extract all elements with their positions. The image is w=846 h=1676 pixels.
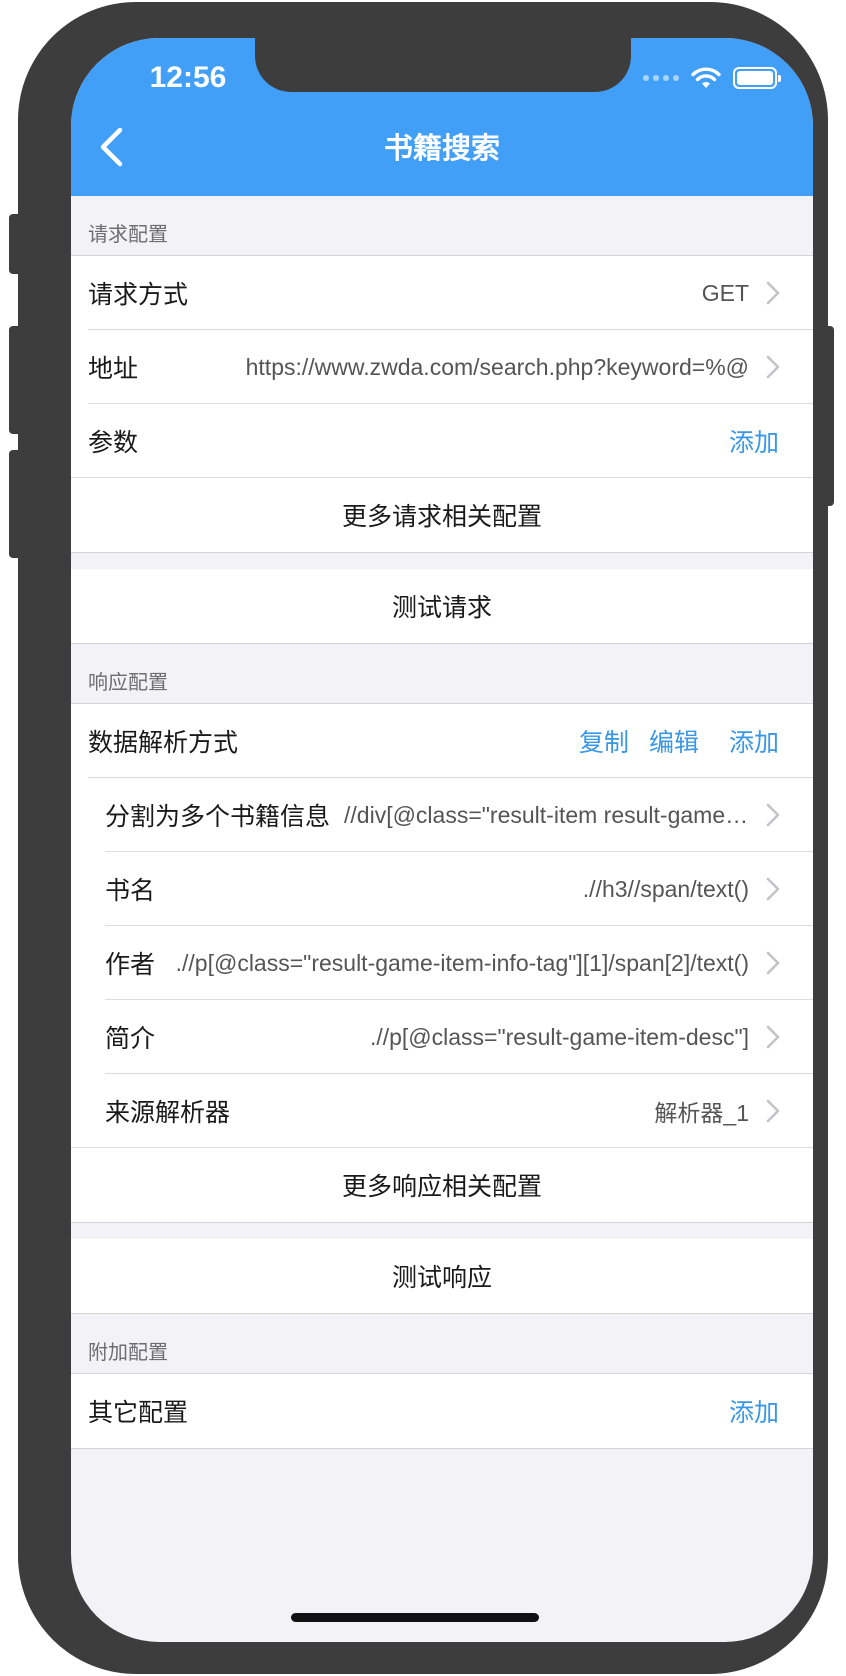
parse-mode-row: 数据解析方式 复制 编辑 添加	[71, 704, 813, 778]
test-response-button[interactable]: 测试响应	[71, 1239, 813, 1313]
other-config-label: 其它配置	[88, 1398, 189, 1427]
other-config-row: 其它配置 添加	[71, 1374, 813, 1448]
author-row[interactable]: 作者 .//p[@class="result-game-item-info-ta…	[71, 926, 813, 1000]
request-group: 请求方式 GET 地址 https://www.zwda.com/search.…	[71, 256, 813, 553]
home-indicator[interactable]	[291, 1613, 539, 1622]
test-response-group: 测试响应	[71, 1239, 813, 1314]
request-method-label: 请求方式	[88, 280, 189, 309]
intro-value: .//p[@class="result-game-item-desc"]	[369, 1023, 749, 1050]
split-books-value: //div[@class="result-item result-game-it…	[344, 801, 763, 828]
source-parser-label: 来源解析器	[105, 1098, 231, 1127]
chevron-right-icon	[763, 874, 783, 904]
settings-list: 请求配置 请求方式 GET 地址 https://www.zwda.com/se…	[71, 196, 813, 1449]
page-title: 书籍搜索	[383, 131, 500, 165]
section-header-response: 响应配置	[71, 644, 813, 704]
intro-row[interactable]: 简介 .//p[@class="result-game-item-desc"]	[71, 1000, 813, 1074]
more-request-config-button[interactable]: 更多请求相关配置	[71, 478, 813, 552]
chevron-right-icon	[763, 278, 783, 308]
intro-label: 简介	[105, 1024, 156, 1053]
add-other-config-button[interactable]: 添加	[729, 1393, 779, 1429]
chevron-right-icon	[763, 1022, 783, 1052]
test-request-group: 测试请求	[71, 569, 813, 644]
wifi-icon	[691, 67, 721, 88]
response-group: 数据解析方式 复制 编辑 添加 分割为多个书籍信息 //div[@class="…	[71, 704, 813, 1223]
url-row[interactable]: 地址 https://www.zwda.com/search.php?keywo…	[71, 330, 813, 404]
back-button[interactable]	[85, 124, 137, 170]
book-name-label: 书名	[105, 876, 156, 905]
cellular-signal-icon	[643, 75, 679, 81]
screen: 12:56 书籍搜索 请求配置 请求方式 GET 地址 https://www.…	[71, 38, 813, 1642]
url-label: 地址	[88, 354, 139, 383]
chevron-left-icon	[100, 127, 123, 167]
chevron-right-icon	[763, 1096, 783, 1126]
chevron-right-icon	[763, 352, 783, 382]
book-name-row[interactable]: 书名 .//h3//span/text()	[71, 852, 813, 926]
params-label: 参数	[88, 428, 139, 457]
parse-mode-label: 数据解析方式	[88, 728, 239, 757]
book-name-value: .//h3//span/text()	[582, 875, 749, 902]
split-books-label: 分割为多个书籍信息	[105, 802, 331, 831]
status-time: 12:56	[149, 61, 227, 94]
url-value: https://www.zwda.com/search.php?keyword=…	[245, 353, 749, 380]
more-response-config-button[interactable]: 更多响应相关配置	[71, 1148, 813, 1222]
section-header-extra: 附加配置	[71, 1314, 813, 1374]
edit-button[interactable]: 编辑	[649, 723, 699, 759]
source-parser-row[interactable]: 来源解析器 解析器_1	[71, 1074, 813, 1148]
add-parse-button[interactable]: 添加	[729, 723, 779, 759]
extra-group: 其它配置 添加	[71, 1374, 813, 1449]
chevron-right-icon	[763, 948, 783, 978]
copy-button[interactable]: 复制	[579, 723, 629, 759]
author-label: 作者	[105, 950, 156, 979]
test-request-button[interactable]: 测试请求	[71, 569, 813, 643]
author-value: .//p[@class="result-game-item-info-tag"]…	[175, 949, 749, 976]
request-method-value: GET	[701, 279, 749, 306]
section-header-request: 请求配置	[71, 196, 813, 256]
request-method-row[interactable]: 请求方式 GET	[71, 256, 813, 330]
add-params-button[interactable]: 添加	[729, 423, 779, 459]
notch	[255, 38, 631, 92]
params-row: 参数 添加	[71, 404, 813, 478]
chevron-right-icon	[763, 800, 783, 830]
battery-icon	[733, 67, 781, 89]
split-books-row[interactable]: 分割为多个书籍信息 //div[@class="result-item resu…	[71, 778, 813, 852]
status-icons	[643, 62, 781, 94]
source-parser-value: 解析器_1	[654, 1100, 749, 1126]
navigation-bar: 12:56 书籍搜索	[71, 38, 813, 196]
phone-frame: 12:56 书籍搜索 请求配置 请求方式 GET 地址 https://www.…	[18, 2, 828, 1674]
